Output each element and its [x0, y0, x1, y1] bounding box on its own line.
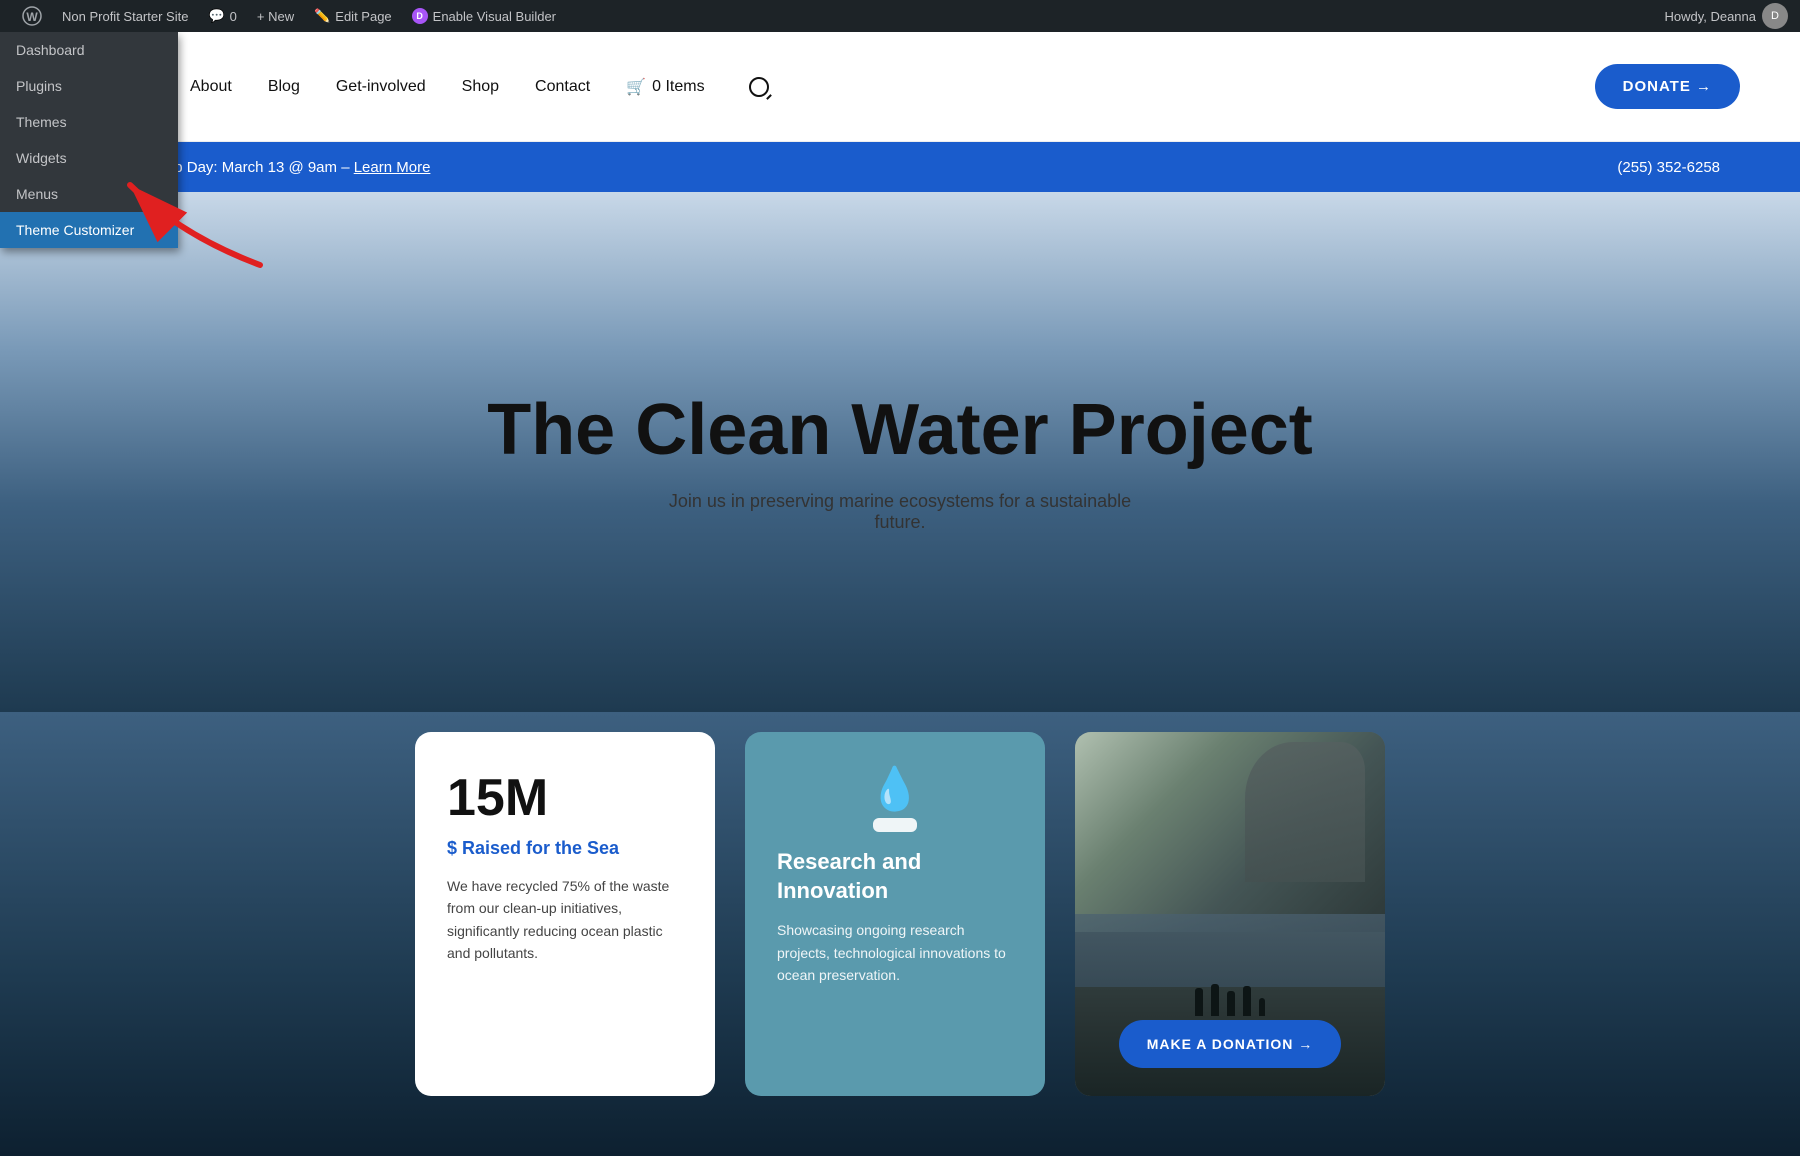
visual-builder-label: Enable Visual Builder [433, 9, 556, 24]
new-button[interactable]: + New [247, 0, 304, 32]
new-label: + New [257, 9, 294, 24]
stat-subtitle: $ Raised for the Sea [447, 838, 683, 859]
stat-text: We have recycled 75% of the waste from o… [447, 875, 683, 965]
themes-dropdown-menu: Dashboard Plugins Themes Widgets Menus T… [0, 32, 178, 248]
nav-about[interactable]: About [190, 78, 232, 96]
water-icon: 💧 [777, 768, 1013, 832]
site-navigation: About Blog Get-involved Shop Contact 🛒 0… [190, 77, 1595, 97]
plugins-menu-item[interactable]: Plugins [0, 68, 178, 104]
hero-title: The Clean Water Project [487, 391, 1313, 470]
announcement-phone: (255) 352-6258 [1617, 159, 1720, 176]
visual-builder-button[interactable]: D Enable Visual Builder [402, 0, 566, 32]
donate-button[interactable]: DONATE → [1595, 64, 1740, 109]
research-card-text: Showcasing ongoing research projects, te… [777, 919, 1013, 986]
site-name-button[interactable]: Non Profit Starter Site [52, 0, 198, 32]
edit-page-button[interactable]: ✏️ Edit Page [304, 0, 402, 32]
site-name-label: Non Profit Starter Site [62, 9, 188, 24]
wp-logo-button[interactable]: W [12, 0, 52, 32]
cart-icon: 🛒 [626, 77, 646, 97]
admin-bar: W Non Profit Starter Site 💬 0 + New ✏️ E… [0, 0, 1800, 32]
learn-more-link[interactable]: Learn More [354, 159, 431, 176]
admin-bar-left: W Non Profit Starter Site 💬 0 + New ✏️ E… [12, 0, 566, 32]
cards-section: 15M $ Raised for the Sea We have recycle… [0, 712, 1800, 1156]
notification-count: 0 [230, 9, 237, 24]
widgets-menu-item[interactable]: Widgets [0, 140, 178, 176]
research-card-title: Research and Innovation [777, 848, 1013, 905]
photo-card: MAKE A DONATION → [1075, 732, 1385, 1096]
stat-number: 15M [447, 768, 683, 828]
menus-menu-item[interactable]: Menus [0, 176, 178, 212]
nav-get-involved[interactable]: Get-involved [336, 78, 426, 96]
hero-section: The Clean Water Project Join us in prese… [0, 192, 1800, 712]
make-donation-button[interactable]: MAKE A DONATION → [1119, 1020, 1342, 1068]
divi-icon: D [412, 8, 428, 24]
make-donation-label: MAKE A DONATION → [1147, 1036, 1314, 1052]
announcement-bar: Beach Cleanup Day: March 13 @ 9am – Lear… [0, 142, 1800, 192]
themes-menu-item[interactable]: Themes [0, 104, 178, 140]
user-avatar: D [1762, 3, 1788, 29]
dashboard-menu-item[interactable]: Dashboard [0, 32, 178, 68]
cart-button[interactable]: 🛒 0 Items [626, 77, 704, 97]
nav-shop[interactable]: Shop [462, 78, 499, 96]
cart-count: 0 Items [652, 78, 704, 96]
admin-bar-right: Howdy, Deanna D [1664, 3, 1788, 29]
nav-contact[interactable]: Contact [535, 78, 590, 96]
howdy-text: Howdy, Deanna [1664, 9, 1756, 24]
edit-page-label: Edit Page [335, 9, 391, 24]
howdy-section: Howdy, Deanna D [1664, 3, 1788, 29]
theme-customizer-menu-item[interactable]: Theme Customizer [0, 212, 178, 248]
hero-subtitle: Join us in preserving marine ecosystems … [650, 491, 1150, 533]
pencil-icon: ✏️ [314, 8, 330, 24]
nav-blog[interactable]: Blog [268, 78, 300, 96]
header-right: DONATE → [1595, 64, 1740, 109]
research-card: 💧 Research and Innovation Showcasing ong… [745, 732, 1045, 1096]
search-button[interactable] [749, 77, 769, 97]
donate-label: DONATE → [1623, 78, 1712, 95]
stat-card: 15M $ Raised for the Sea We have recycle… [415, 732, 715, 1096]
site-header: D About Blog Get-involved Shop Contact 🛒… [0, 32, 1800, 142]
notification-icon: 💬 [208, 8, 224, 24]
notifications-button[interactable]: 💬 0 [198, 0, 246, 32]
svg-text:W: W [26, 10, 38, 24]
